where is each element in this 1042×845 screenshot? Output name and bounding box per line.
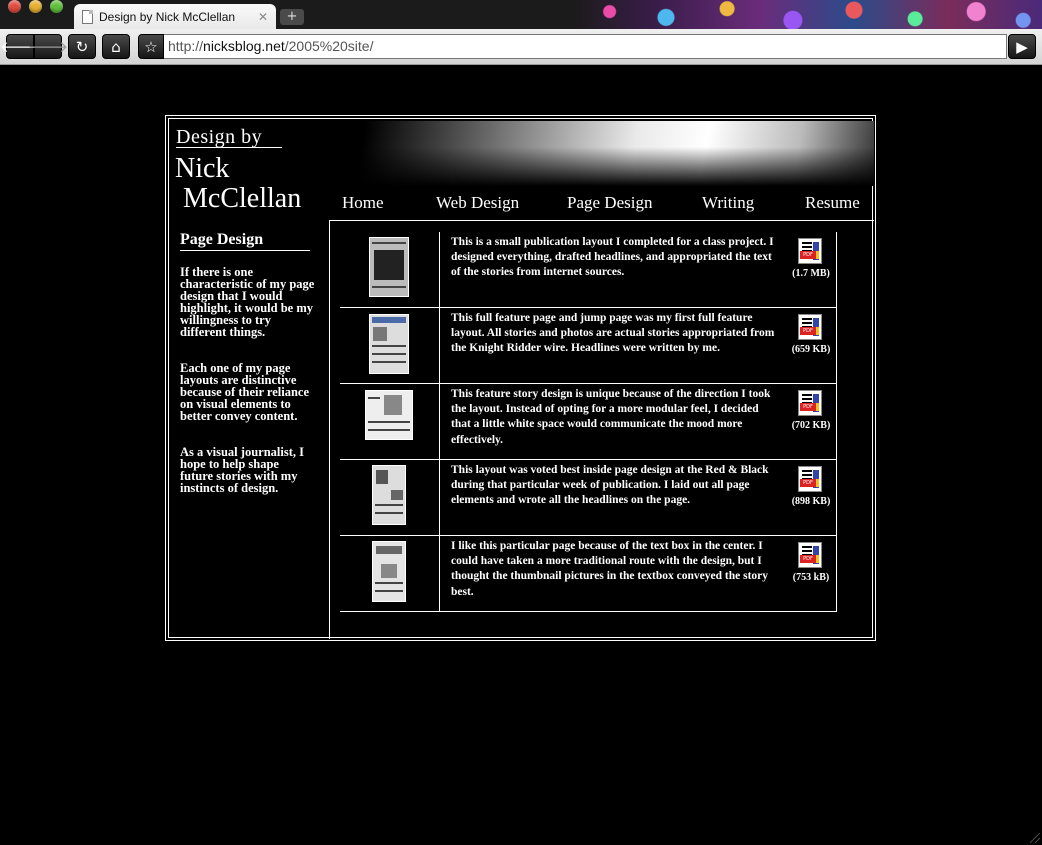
sidebar-heading: Page Design	[180, 231, 264, 248]
theme-decoration	[572, 0, 1042, 29]
layout-thumbnail[interactable]	[372, 465, 406, 525]
pdf-badge: PDF	[800, 327, 816, 335]
sidebar-heading-rule	[180, 250, 310, 251]
address-bar[interactable]: http://nicksblog.net/2005%20site/	[164, 34, 1007, 59]
item-description: This feature story design is unique beca…	[451, 388, 771, 446]
tab-strip: Design by Nick McClellan ✕ +	[0, 0, 1042, 29]
logo-underline	[176, 147, 282, 148]
pdf-icon[interactable]: PDF	[798, 314, 822, 340]
main-nav: Home Web Design Page Design Writing Resu…	[169, 193, 874, 215]
portfolio-table: This is a small publication layout I com…	[340, 232, 837, 612]
logo-first-name: Nick	[175, 153, 230, 184]
sidebar-paragraph: As a visual journalist, I hope to help s…	[180, 445, 304, 495]
header-banner	[339, 121, 874, 186]
thumbnail-cell	[340, 536, 440, 611]
go-arrow-icon: ▶	[1016, 37, 1028, 56]
thumbnail-cell	[340, 308, 440, 383]
portfolio-row: This is a small publication layout I com…	[340, 232, 837, 308]
forward-button[interactable]: 🡒	[28, 34, 68, 59]
pdf-icon[interactable]: PDF	[798, 466, 822, 492]
url-host: nicksblog.net	[203, 38, 285, 54]
pdf-badge: PDF	[800, 555, 816, 563]
thumbnail-cell	[340, 384, 440, 459]
window-resize-grip[interactable]	[1030, 833, 1040, 843]
star-icon: ☆	[144, 37, 158, 56]
layout-thumbnail[interactable]	[369, 314, 409, 374]
close-tab-icon[interactable]: ✕	[258, 10, 268, 24]
site-frame: Design by Nick McClellan Home Web Design…	[165, 115, 876, 641]
content-top-rule	[329, 220, 874, 221]
item-description: This full feature page and jump page was…	[451, 312, 775, 355]
nav-page-design-link[interactable]: Page Design	[567, 193, 652, 213]
layout-thumbnail[interactable]	[365, 390, 413, 440]
tab-title: Design by Nick McClellan	[99, 10, 236, 24]
forward-arrow-icon: 🡒	[27, 38, 69, 56]
nav-home-link[interactable]: Home	[342, 193, 384, 213]
browser-toolbar: 🡐 🡒 ↻ ⌂ ☆ http://nicksblog.net/2005%20si…	[0, 29, 1042, 65]
close-window-button[interactable]	[8, 0, 21, 13]
pdf-file-size: (753 kB)	[792, 572, 830, 583]
browser-tab[interactable]: Design by Nick McClellan ✕	[74, 4, 276, 29]
layout-thumbnail[interactable]	[372, 541, 406, 602]
portfolio-row: This layout was voted best inside page d…	[340, 460, 837, 536]
bookmark-button[interactable]: ☆	[138, 34, 164, 59]
url-prefix: http://	[168, 38, 204, 54]
zoom-window-button[interactable]	[50, 0, 63, 13]
layout-thumbnail[interactable]	[369, 237, 409, 297]
item-description: This is a small publication layout I com…	[451, 236, 774, 279]
pdf-file-size: (702 KB)	[791, 420, 831, 431]
minimize-window-button[interactable]	[29, 0, 42, 13]
pdf-file-size: (659 KB)	[791, 344, 831, 355]
page-icon	[82, 10, 93, 24]
portfolio-row: This full feature page and jump page was…	[340, 308, 837, 384]
url-path: /2005%20site/	[284, 38, 374, 54]
pdf-file-size: (1.7 MB)	[792, 268, 830, 279]
nav-writing-link[interactable]: Writing	[702, 193, 754, 213]
pdf-badge: PDF	[800, 251, 816, 259]
home-icon: ⌂	[111, 37, 121, 56]
pdf-icon[interactable]: PDF	[798, 390, 822, 416]
pdf-file-size: (898 KB)	[791, 496, 831, 507]
pdf-icon[interactable]: PDF	[798, 542, 822, 568]
pdf-badge: PDF	[800, 479, 816, 487]
portfolio-row: This feature story design is unique beca…	[340, 384, 837, 460]
sidebar-paragraph: Each one of my page layouts are distinct…	[180, 361, 310, 423]
site-inner-frame: Design by Nick McClellan Home Web Design…	[168, 118, 874, 639]
reload-button[interactable]: ↻	[68, 34, 96, 59]
thumbnail-cell	[340, 460, 440, 535]
pdf-badge: PDF	[800, 403, 816, 411]
portfolio-row: I like this particular page because of t…	[340, 536, 837, 612]
nav-web-design-link[interactable]: Web Design	[436, 193, 519, 213]
go-button[interactable]: ▶	[1008, 34, 1036, 59]
reload-icon: ↻	[75, 37, 89, 56]
pdf-icon[interactable]: PDF	[798, 238, 822, 264]
nav-resume-link[interactable]: Resume	[805, 193, 860, 213]
content-left-rule	[329, 220, 330, 639]
new-tab-button[interactable]: +	[280, 9, 304, 25]
thumbnail-cell	[340, 232, 440, 307]
sidebar-paragraph: If there is one characteristic of my pag…	[180, 265, 315, 339]
logo-design-by: Design by	[176, 126, 263, 148]
item-description: This layout was voted best inside page d…	[451, 464, 769, 507]
home-button[interactable]: ⌂	[102, 34, 130, 59]
item-description: I like this particular page because of t…	[451, 540, 769, 598]
